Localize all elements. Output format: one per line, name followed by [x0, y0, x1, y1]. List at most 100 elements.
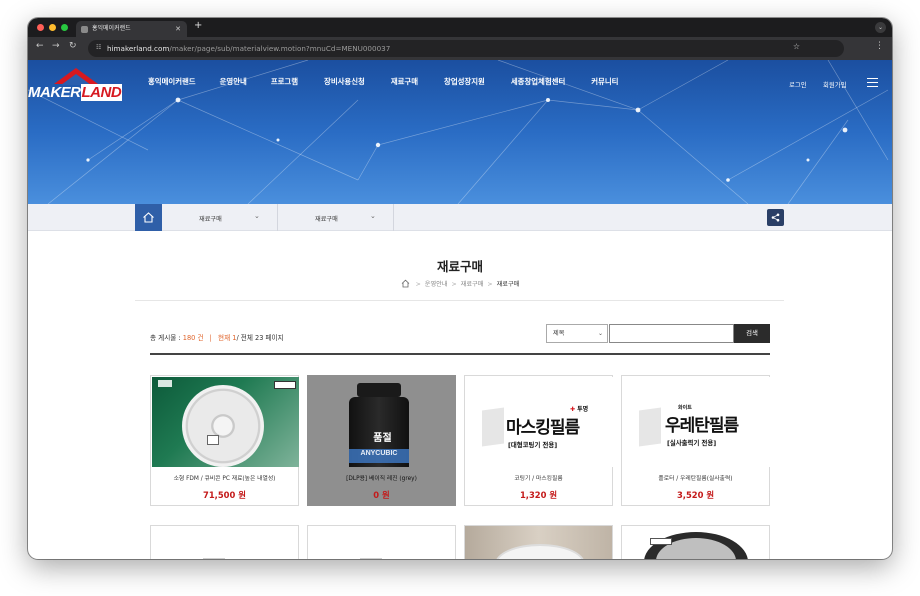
window-controls: [37, 24, 68, 31]
chevron-down-icon: ⌄: [597, 330, 603, 337]
tab-search-icon[interactable]: ⌄: [875, 22, 886, 33]
nav-item-programs[interactable]: 프로그램: [271, 76, 298, 87]
category-select-2[interactable]: 재료구매 ⌄: [278, 204, 394, 231]
product-card[interactable]: [307, 525, 456, 559]
minimize-window-button[interactable]: [49, 24, 56, 31]
nav-item-materials[interactable]: 재료구매: [391, 76, 418, 87]
product-card[interactable]: ✚ 투명 마스킹필름 [대형코팅기 전용] 코팅기 / 마스킹필름 1,320 …: [464, 375, 613, 506]
brand-label: ANYCUBIC: [360, 450, 398, 457]
product-name: 플로터 / 우레탄필름(실사출력): [658, 476, 733, 482]
url-path: /maker/page/sub/materialview.motion?mnuC…: [169, 44, 391, 53]
browser-window: 홍익메이커랜드 ✕ + ⌄ ← → ↻ ☷ himakerland.com/ma…: [28, 18, 892, 559]
site-logo[interactable]: MAKERLAND: [28, 66, 123, 101]
nav-item-startup[interactable]: 창업성장지원: [444, 76, 485, 87]
product-card[interactable]: [464, 525, 613, 559]
product-card[interactable]: 화이트 우레탄필름 [실사출력기 전용] 플로터 / 우레탄필름(실사출력) 3…: [621, 375, 770, 506]
product-price: 3,520 원: [676, 490, 715, 500]
home-button[interactable]: [135, 204, 162, 231]
category-select-2-label: 재료구매: [315, 216, 338, 223]
product-thumbnail: [152, 377, 299, 467]
breadcrumb-home-icon[interactable]: [401, 279, 410, 288]
reload-icon[interactable]: ↻: [69, 41, 77, 51]
breadcrumb-item[interactable]: 재료구매: [461, 281, 484, 288]
product-thumbnail: ANYCUBIC 품절: [309, 377, 456, 467]
product-thumbnail: 화이트 우레탄필름 [실사출력기 전용]: [623, 377, 770, 467]
product-card[interactable]: ANYCUBIC 품절 [DLP용] 베이직 레진 (grey) 0 원: [307, 375, 456, 506]
close-tab-icon[interactable]: ✕: [175, 21, 181, 37]
soldout-overlay: 품절: [373, 433, 392, 444]
nav-item-sejong-center[interactable]: 세종창업체험센터: [511, 76, 565, 87]
nav-item-community[interactable]: 커뮤니티: [591, 76, 618, 87]
favicon-icon: [81, 26, 88, 33]
current-label: 현재: [218, 334, 231, 342]
total-value: 180 건: [182, 334, 204, 342]
nav-item-himakerland[interactable]: 홍익메이커랜드: [148, 76, 196, 87]
logo-word-land: LAND: [80, 84, 123, 101]
new-tab-icon[interactable]: +: [194, 20, 202, 31]
home-icon: [143, 212, 154, 223]
product-headline: 우레탄필름: [665, 416, 739, 436]
search-input[interactable]: [609, 324, 734, 343]
product-card[interactable]: [621, 525, 770, 559]
divider: [135, 300, 784, 301]
logo-word-maker: MAKER: [28, 84, 81, 101]
search-button[interactable]: 검색: [734, 324, 770, 343]
product-name: 소형 FDM / 큐비콘 PC 재료(높은 내열성): [173, 476, 276, 482]
product-price: 0 원: [373, 490, 390, 500]
share-icon: [771, 213, 780, 222]
product-subline: [실사출력기 전용]: [667, 439, 717, 447]
category-select-1-label: 재료구매: [199, 216, 222, 223]
product-subline: [대형코팅기 전용]: [508, 441, 558, 449]
product-thumbnail: [495, 544, 585, 559]
product-badge: ✚ 투명: [570, 406, 589, 413]
post-count: 총 게시물 : 180 건 | 현재 1/ 전체 23 페이지: [150, 334, 284, 342]
breadcrumb-current: 재료구매: [496, 281, 520, 288]
bookmark-star-icon[interactable]: ☆: [793, 42, 800, 51]
product-price: 1,320 원: [519, 490, 558, 500]
category-select-1[interactable]: 재료구매 ⌄: [162, 204, 278, 231]
site-settings-icon[interactable]: ☷: [96, 44, 104, 52]
join-link[interactable]: 회원가입: [823, 80, 847, 89]
login-link[interactable]: 로그인: [789, 80, 807, 89]
total-pages-text: / 전체 23 페이지: [236, 334, 284, 342]
product-name: 코팅기 / 마스킹필름: [514, 476, 563, 482]
nav-item-equipment[interactable]: 장비사용신청: [324, 76, 365, 87]
nav-item-operations[interactable]: 운영안내: [220, 76, 247, 87]
product-thumbnail: ✚ 투명 마스킹필름 [대형코팅기 전용]: [466, 377, 613, 467]
product-name: [DLP용] 베이직 레진 (grey): [346, 476, 417, 482]
maximize-window-button[interactable]: [61, 24, 68, 31]
tab-title: 홍익메이커랜드: [92, 25, 131, 32]
share-button[interactable]: [767, 209, 784, 226]
search-field-value: 제목: [553, 330, 565, 337]
product-card[interactable]: [150, 525, 299, 559]
address-toolbar: ← → ↻ ☷ himakerland.com/maker/page/sub/m…: [28, 37, 892, 60]
browser-tab[interactable]: 홍익메이커랜드 ✕: [76, 21, 187, 37]
page-title: 재료구매: [436, 259, 483, 274]
filament-spool-icon: [182, 385, 264, 467]
hero-header: MAKERLAND 홍익메이커랜드 운영안내 프로그램 장비사용신청 재료구매 …: [28, 60, 892, 204]
total-label: 총 게시물 :: [150, 334, 181, 342]
close-window-button[interactable]: [37, 24, 44, 31]
product-badge: 화이트: [678, 405, 692, 411]
url-text: himakerland.com/maker/page/sub/materialv…: [107, 40, 390, 57]
chevron-down-icon: ⌄: [370, 212, 376, 220]
product-card[interactable]: 소형 FDM / 큐비콘 PC 재료(높은 내열성) 71,500 원: [150, 375, 299, 506]
sub-navigation: 재료구매 ⌄ 재료구매 ⌄: [28, 204, 892, 231]
global-nav: 홍익메이커랜드 운영안내 프로그램 장비사용신청 재료구매 창업성장지원 세종창…: [148, 76, 618, 87]
url-host: himakerland.com: [107, 44, 170, 53]
chevron-down-icon: ⌄: [254, 212, 260, 220]
search-field-select[interactable]: 제목 ⌄: [546, 324, 608, 343]
url-bar[interactable]: ☷ himakerland.com/maker/page/sub/materia…: [88, 40, 844, 57]
bottle-cap-icon: [357, 383, 401, 397]
back-icon[interactable]: ←: [36, 41, 44, 51]
product-price: 71,500 원: [203, 490, 246, 500]
forward-icon[interactable]: →: [52, 41, 60, 51]
hamburger-menu-icon[interactable]: [867, 78, 878, 90]
breadcrumb: > 운영안내 > 재료구매 > 재료구매: [28, 279, 892, 288]
browser-menu-icon[interactable]: ⋮: [875, 41, 884, 51]
list-divider: [150, 353, 770, 355]
breadcrumb-item[interactable]: 운영안내: [425, 281, 448, 288]
film-sheet-icon: [482, 407, 504, 447]
film-sheet-icon: [639, 407, 661, 447]
tab-strip: 홍익메이커랜드 ✕ + ⌄: [28, 18, 892, 37]
